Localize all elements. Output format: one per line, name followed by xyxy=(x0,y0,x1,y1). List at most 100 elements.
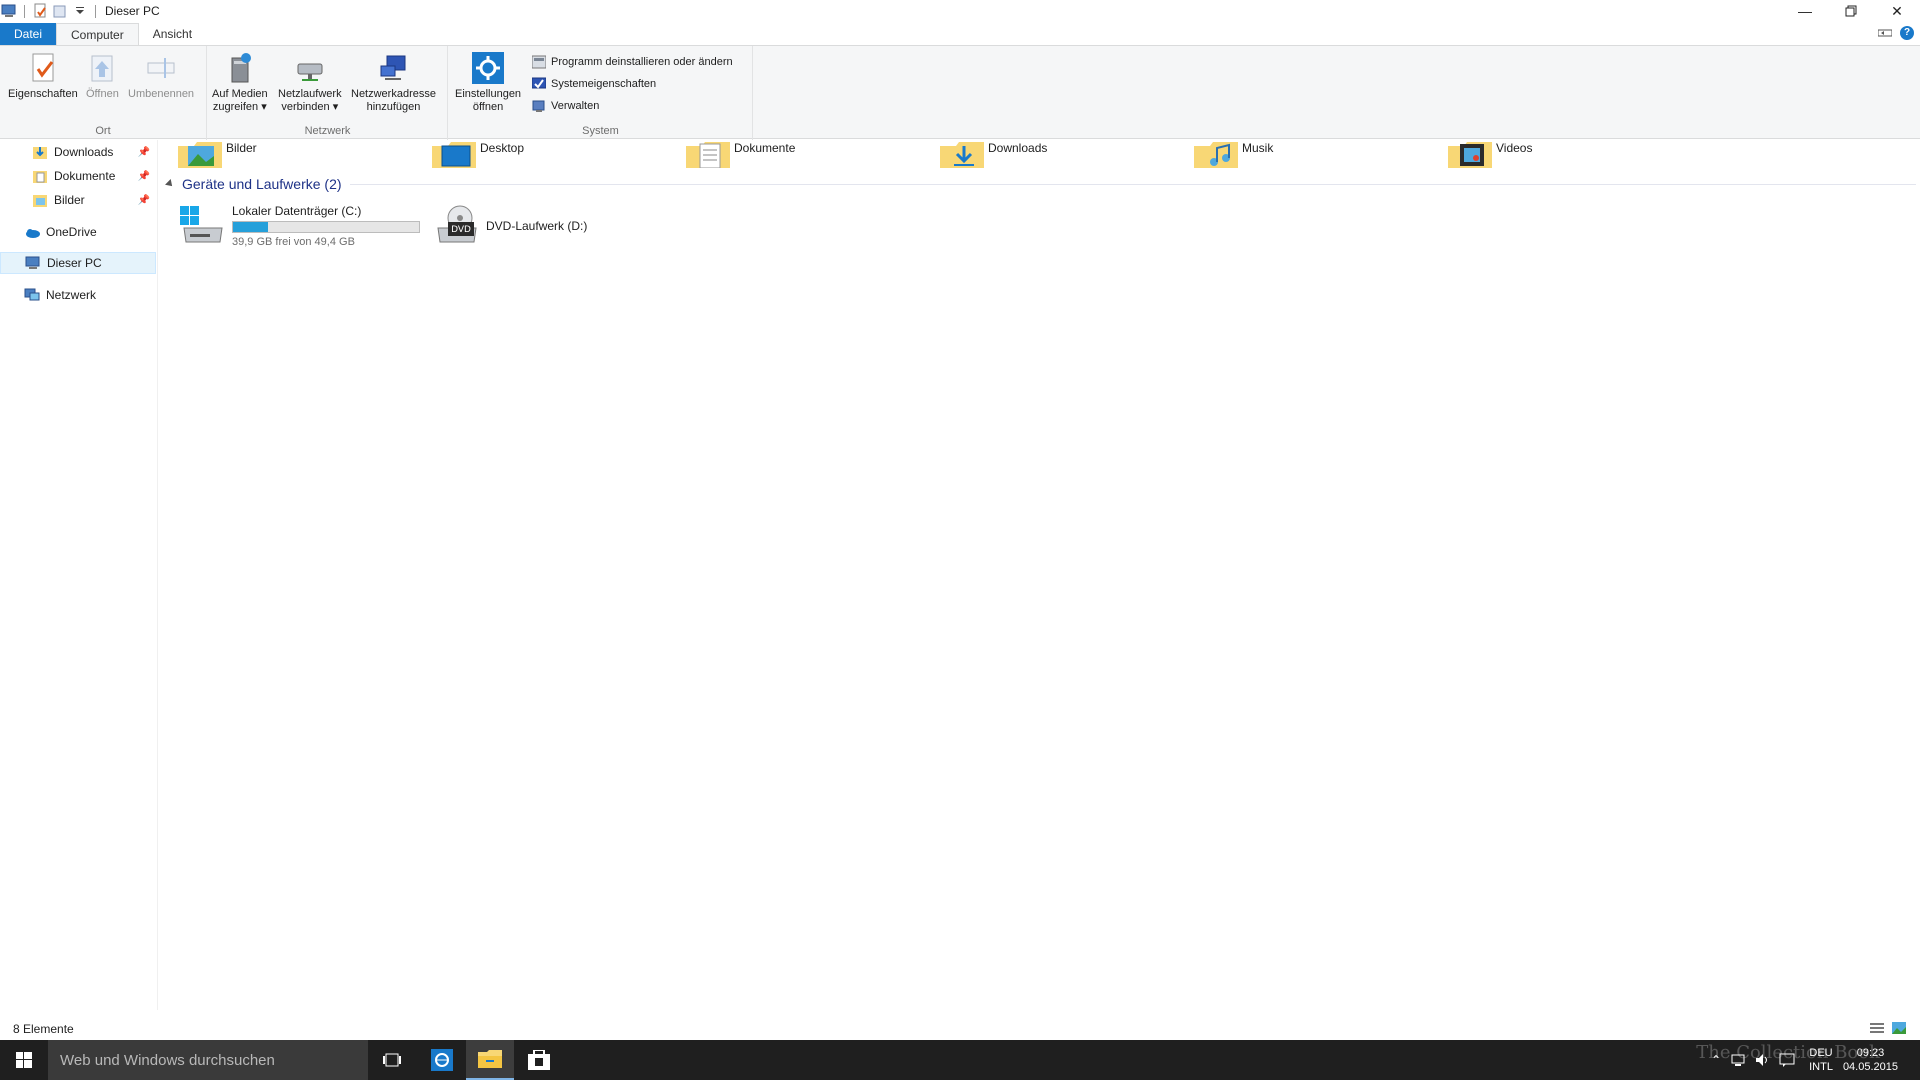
help-icon[interactable]: ? xyxy=(1900,26,1914,40)
ribbon: Eigenschaften Öffnen Umbenennen Ort Auf … xyxy=(0,45,1920,140)
netzlaufwerk-verbinden-button[interactable]: Netzlaufwerk verbinden ▾ xyxy=(278,52,342,114)
folder-bilder[interactable]: Bilder xyxy=(178,140,257,168)
details-view-icon[interactable] xyxy=(1870,1022,1884,1034)
nav-item-dieser-pc[interactable]: Dieser PC xyxy=(0,252,156,274)
laufwerk-label-2: verbinden xyxy=(281,101,330,113)
nav-label-dokumente: Dokumente xyxy=(54,169,116,183)
manage-icon xyxy=(532,100,545,112)
content-pane: Bilder Desktop Dokumente Downloads Musik… xyxy=(160,140,1920,1010)
nav-label-downloads: Downloads xyxy=(54,145,114,159)
ribbon-tabs: Datei Computer Ansicht ? xyxy=(0,23,1920,45)
oeffnen-button[interactable]: Öffnen xyxy=(86,52,119,101)
task-view-icon xyxy=(383,1053,401,1067)
netzwerkadresse-hinzufuegen-button[interactable]: Netzwerkadresse hinzufügen xyxy=(351,52,436,114)
einstellungen-oeffnen-button[interactable]: Einstellungen öffnen xyxy=(455,52,521,114)
drive-d[interactable]: DVD DVD-Laufwerk (D:) xyxy=(432,202,587,250)
folder-dokumente[interactable]: Dokumente xyxy=(686,140,796,169)
taskbar-explorer-button[interactable] xyxy=(466,1040,514,1080)
umbenennen-label: Umbenennen xyxy=(128,88,195,100)
laufwerk-label-1: Netzlaufwerk xyxy=(278,88,342,100)
section-header-devices[interactable]: Geräte und Laufwerke (2) xyxy=(165,176,1916,192)
computer-icon[interactable] xyxy=(1,3,17,19)
verwalten-label: Verwalten xyxy=(551,100,600,112)
nav-item-dokumente[interactable]: Dokumente 📌 xyxy=(0,165,156,187)
start-button[interactable] xyxy=(0,1040,48,1080)
folder-label-downloads: Downloads xyxy=(988,141,1048,155)
close-button[interactable]: ✕ xyxy=(1874,0,1920,22)
documents-icon xyxy=(32,168,48,184)
task-view-button[interactable] xyxy=(368,1040,416,1080)
taskbar-search-box[interactable]: Web und Windows durchsuchen xyxy=(48,1040,368,1080)
drive-c[interactable]: Lokaler Datenträger (C:) 39,9 GB frei vo… xyxy=(178,202,420,250)
programm-label: Programm deinstallieren oder ändern xyxy=(551,56,733,68)
pin-icon[interactable]: 📌 xyxy=(138,195,150,206)
windows-drive-icon xyxy=(178,202,226,250)
eigenschaften-button[interactable]: Eigenschaften xyxy=(8,52,78,101)
drive-c-usage-bar xyxy=(232,221,420,233)
minimize-ribbon-icon[interactable] xyxy=(1878,28,1892,38)
folder-label-musik: Musik xyxy=(1242,141,1274,155)
pictures-icon xyxy=(32,192,48,208)
pin-icon[interactable]: 📌 xyxy=(138,171,150,182)
settings-gear-icon xyxy=(472,52,505,84)
ribbon-options: ? xyxy=(1878,26,1914,40)
einstellungen-label-1: Einstellungen xyxy=(455,88,522,100)
folder-desktop[interactable]: Desktop xyxy=(432,140,524,168)
taskbar-browser-button[interactable] xyxy=(418,1040,466,1080)
section-title-devices: Geräte und Laufwerke (2) xyxy=(182,176,342,192)
computer-icon xyxy=(25,255,41,271)
nav-label-bilder: Bilder xyxy=(54,193,85,207)
properties-icon[interactable] xyxy=(32,3,48,19)
collapse-triangle-icon[interactable] xyxy=(165,179,175,189)
folder-downloads[interactable]: Downloads xyxy=(940,140,1047,168)
drive-d-name: DVD-Laufwerk (D:) xyxy=(486,219,588,233)
auf-medien-zugreifen-button[interactable]: Auf Medien zugreifen ▾ xyxy=(212,52,268,114)
folder-videos[interactable]: Videos xyxy=(1448,140,1532,168)
documents-folder-icon xyxy=(686,140,730,169)
folder-musik[interactable]: Musik xyxy=(1194,140,1273,168)
new-folder-icon[interactable] xyxy=(52,3,68,19)
verwalten-button[interactable]: Verwalten xyxy=(532,99,599,113)
network-drive-icon xyxy=(294,52,326,84)
separator xyxy=(24,4,25,18)
separator xyxy=(95,4,96,18)
medien-label-2: zugreifen xyxy=(212,101,259,113)
group-label-ort: Ort xyxy=(95,125,111,137)
title-bar: Dieser PC — ✕ xyxy=(0,0,1920,22)
nav-label-netzwerk: Netzwerk xyxy=(46,288,97,302)
drive-c-usage-fill xyxy=(233,222,269,232)
tab-computer[interactable]: Computer xyxy=(56,23,139,45)
folder-label-videos: Videos xyxy=(1496,141,1533,155)
tab-datei[interactable]: Datei xyxy=(0,23,57,45)
desktop-folder-icon xyxy=(432,140,476,168)
large-icons-view-icon[interactable] xyxy=(1892,1022,1906,1034)
quick-access-toolbar xyxy=(0,0,99,22)
programm-deinstallieren-button[interactable]: Programm deinstallieren oder ändern xyxy=(532,55,733,69)
item-count: 8 Elemente xyxy=(13,1022,74,1036)
taskbar: Web und Windows durchsuchen ⌃ DEU INTL 0… xyxy=(0,1040,1920,1080)
nav-item-downloads[interactable]: Downloads 📌 xyxy=(0,141,156,163)
nav-item-onedrive[interactable]: OneDrive xyxy=(0,221,156,243)
nav-item-bilder[interactable]: Bilder 📌 xyxy=(0,189,156,211)
network-location-icon xyxy=(377,52,409,84)
group-label-netzwerk: Netzwerk xyxy=(304,125,351,137)
windows-logo-icon xyxy=(16,1052,32,1068)
medien-label-1: Auf Medien xyxy=(212,88,268,100)
restore-button[interactable] xyxy=(1828,0,1874,22)
nav-item-netzwerk[interactable]: Netzwerk xyxy=(0,284,156,306)
section-divider xyxy=(349,183,1916,185)
folder-label-dokumente: Dokumente xyxy=(734,141,796,155)
nav-label-dieser-pc: Dieser PC xyxy=(47,256,102,270)
pin-icon[interactable]: 📌 xyxy=(138,147,150,158)
chevron-down-icon[interactable] xyxy=(72,3,88,19)
tab-ansicht[interactable]: Ansicht xyxy=(139,23,206,45)
folder-label-desktop: Desktop xyxy=(480,141,525,155)
einstellungen-label-2: öffnen xyxy=(472,101,504,113)
systemeigenschaften-button[interactable]: Systemeigenschaften xyxy=(532,77,656,91)
nav-label-onedrive: OneDrive xyxy=(46,225,97,239)
dropdown-arrow-icon: ▾ xyxy=(261,101,267,113)
minimize-button[interactable]: — xyxy=(1782,0,1828,22)
umbenennen-button[interactable]: Umbenennen xyxy=(128,52,194,101)
rename-icon xyxy=(145,52,177,84)
taskbar-store-button[interactable] xyxy=(515,1040,563,1080)
